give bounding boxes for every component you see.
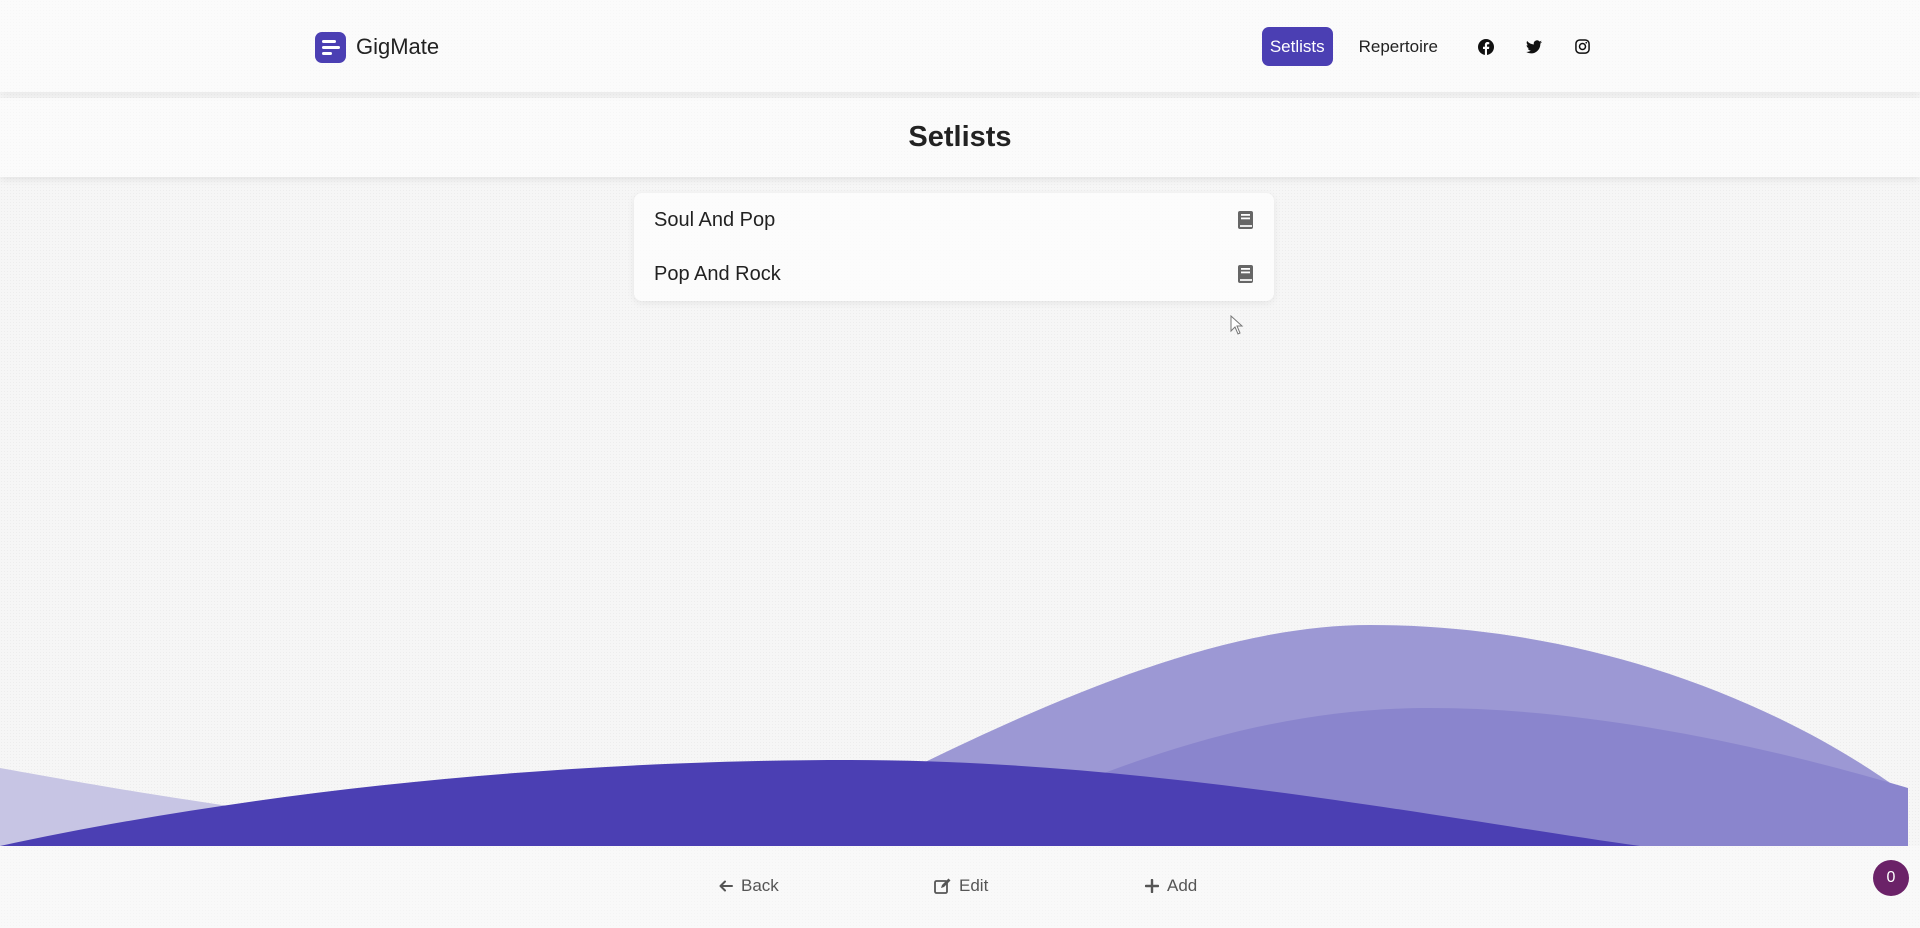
book-icon [1238, 211, 1253, 229]
instagram-icon[interactable] [1574, 39, 1590, 55]
book-icon [1238, 265, 1253, 283]
brand-name: GigMate [356, 34, 440, 59]
back-label: Back [741, 876, 779, 895]
twitter-icon[interactable] [1526, 39, 1542, 55]
setlist-name: Soul And Pop [654, 208, 776, 231]
nav-item-repertoire[interactable]: Repertoire [1351, 27, 1446, 66]
arrow-left-icon [719, 880, 733, 892]
edit-button[interactable]: Edit [934, 876, 988, 896]
add-label: Add [1167, 876, 1198, 895]
list-item[interactable]: Pop And Rock [654, 247, 1254, 301]
list-item[interactable]: Soul And Pop [654, 193, 1254, 247]
setlist-list: Soul And Pop Pop And Rock [634, 193, 1274, 301]
bottom-action-bar: Back Edit Add [0, 846, 1920, 928]
mouse-cursor-icon [1230, 315, 1244, 335]
facebook-icon[interactable] [1478, 38, 1494, 55]
main-nav: Setlists Repertoire [1261, 27, 1590, 66]
edit-icon [934, 878, 951, 894]
nav-item-setlists[interactable]: Setlists [1261, 27, 1333, 66]
setlist-name: Pop And Rock [654, 262, 781, 285]
back-button[interactable]: Back [719, 876, 779, 896]
top-navbar: GigMate Setlists Repertoire [0, 0, 1920, 92]
notification-badge[interactable]: 0 [1873, 860, 1909, 896]
add-button[interactable]: Add [1145, 876, 1197, 896]
page-title-band: Setlists [0, 98, 1920, 177]
brand[interactable]: GigMate [315, 31, 439, 63]
brand-logo-icon [315, 31, 346, 63]
page-title: Setlists [908, 121, 1012, 153]
edit-label: Edit [959, 876, 989, 895]
decorative-waves [0, 625, 1908, 846]
plus-icon [1145, 879, 1159, 893]
